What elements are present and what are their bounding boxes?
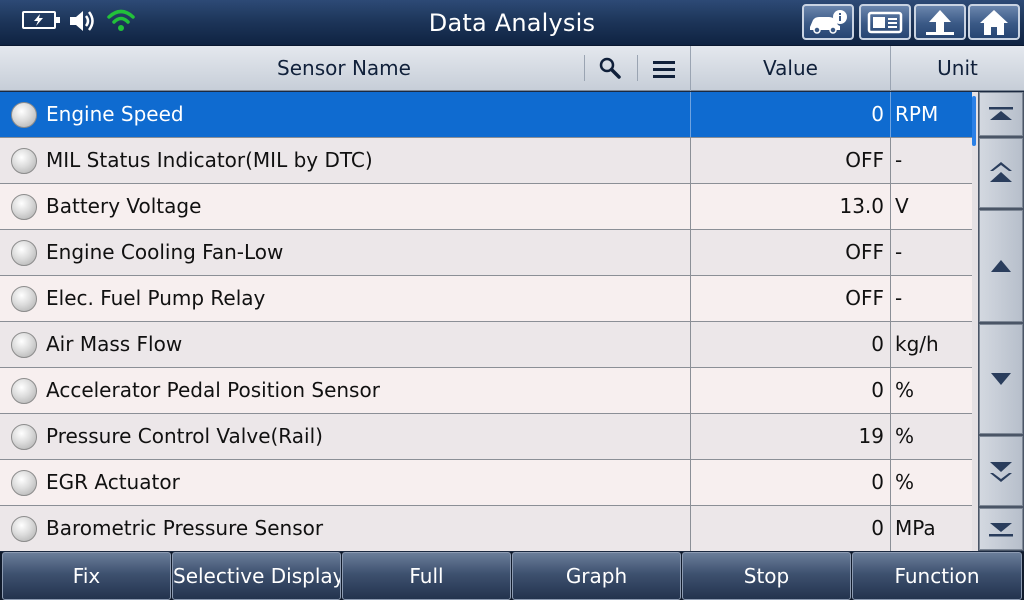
sensor-unit: RPM — [890, 92, 972, 137]
column-header-value[interactable]: Value — [690, 46, 890, 91]
column-header-unit[interactable]: Unit — [890, 46, 1024, 91]
sensor-unit: kg/h — [890, 322, 972, 367]
sensor-value: 0 — [690, 460, 886, 505]
line-down-icon — [991, 373, 1011, 385]
sensor-value: OFF — [690, 230, 886, 275]
back-button[interactable] — [914, 4, 966, 40]
table-row[interactable]: Accelerator Pedal Position Sensor 0% — [0, 368, 972, 414]
report-button[interactable] — [859, 4, 911, 40]
table-row[interactable]: Pressure Control Valve(Rail) 19% — [0, 414, 972, 460]
function-button[interactable]: Function — [852, 552, 1022, 600]
row-status-dot-icon[interactable] — [11, 148, 37, 174]
page-up-icon — [990, 162, 1012, 182]
header-divider — [637, 55, 638, 81]
row-status-dot-icon[interactable] — [11, 286, 37, 312]
sensor-list: Engine Speed 0 RPM MIL Status Indicator(MIL… — [0, 92, 972, 551]
sensor-value: OFF — [690, 138, 886, 183]
vehicle-info-button[interactable] — [802, 4, 854, 40]
sensor-value: 0 — [690, 506, 886, 551]
row-status-dot-icon[interactable] — [11, 194, 37, 220]
header-divider — [584, 55, 585, 81]
sensor-value: 13.0 — [690, 184, 886, 229]
sensor-name: MIL Status Indicator(MIL by DTC) — [46, 148, 373, 172]
stop-button[interactable]: Stop — [682, 552, 851, 600]
selective-display-button[interactable]: Selective Display — [172, 552, 341, 600]
line-down-button[interactable] — [979, 324, 1023, 434]
column-header-sensor-name[interactable]: Sensor Name — [0, 46, 690, 91]
table-row[interactable]: Barometric Pressure Sensor 0 MPa — [0, 506, 972, 551]
table-row[interactable]: Engine Speed 0 RPM — [0, 92, 972, 138]
sensor-name: Battery Voltage — [46, 194, 202, 218]
sensor-name: Pressure Control Valve(Rail) — [46, 424, 323, 448]
row-status-dot-icon[interactable] — [11, 332, 37, 358]
sensor-unit: % — [890, 414, 972, 459]
home-icon — [980, 10, 1008, 35]
row-status-dot-icon[interactable] — [11, 470, 37, 496]
line-up-button[interactable] — [979, 210, 1023, 322]
scroll-button-panel — [978, 92, 1024, 551]
row-status-dot-icon[interactable] — [11, 516, 37, 542]
fix-button[interactable]: Fix — [2, 552, 171, 600]
sensor-name: Barometric Pressure Sensor — [46, 516, 324, 540]
row-status-dot-icon[interactable] — [11, 240, 37, 266]
table-row[interactable]: Elec. Fuel Pump Relay OFF - — [0, 276, 972, 322]
sensor-name: Elec. Fuel Pump Relay — [46, 286, 266, 310]
scroll-bottom-button[interactable] — [979, 508, 1023, 550]
graph-button[interactable]: Graph — [512, 552, 681, 600]
sensor-name: EGR Actuator — [46, 470, 180, 494]
sensor-value: OFF — [690, 276, 886, 321]
sensor-name: Air Mass Flow — [46, 332, 183, 356]
vehicle-info-icon — [810, 10, 847, 34]
sensor-name: Engine Cooling Fan-Low — [46, 240, 284, 264]
sensor-unit: - — [890, 230, 972, 275]
page-up-button[interactable] — [979, 138, 1023, 208]
scroll-top-icon — [989, 107, 1013, 120]
sensor-value: 0 — [690, 368, 886, 413]
table-row[interactable]: Battery Voltage 13.0 V — [0, 184, 972, 230]
sensor-value: 19 — [690, 414, 886, 459]
sensor-value: 0 — [690, 322, 886, 367]
full-button[interactable]: Full — [342, 552, 511, 600]
page-down-button[interactable] — [979, 436, 1023, 506]
bottom-toolbar: Fix Selective Display Full Graph Stop Fu… — [0, 552, 1024, 600]
table-row[interactable]: Engine Cooling Fan-Low OFF - — [0, 230, 972, 276]
sensor-unit: - — [890, 276, 972, 321]
row-status-dot-icon[interactable] — [11, 378, 37, 404]
title-bar: Data Analysis — [0, 0, 1024, 46]
sensor-name: Accelerator Pedal Position Sensor — [46, 378, 380, 402]
sensor-name: Engine Speed — [46, 102, 184, 126]
scroll-top-button[interactable] — [979, 92, 1023, 136]
sensor-unit: MPa — [890, 506, 972, 551]
table-row[interactable]: EGR Actuator 0% — [0, 460, 972, 506]
back-up-arrow-icon — [926, 10, 954, 35]
report-icon — [867, 11, 903, 34]
scrollbar-thumb[interactable] — [972, 96, 976, 146]
sensor-unit: % — [890, 460, 972, 505]
scroll-bottom-icon — [989, 523, 1013, 537]
row-status-dot-icon[interactable] — [11, 424, 37, 450]
home-button[interactable] — [968, 4, 1020, 40]
row-status-dot-icon[interactable] — [11, 102, 37, 128]
table-row[interactable]: MIL Status Indicator(MIL by DTC) OFF - — [0, 138, 972, 184]
sensor-unit: - — [890, 138, 972, 183]
sensor-value: 0 — [690, 92, 886, 137]
page-down-icon — [990, 462, 1012, 482]
sensor-unit: V — [890, 184, 972, 229]
menu-icon[interactable] — [652, 58, 676, 80]
table-header: Sensor Name Value Unit — [0, 46, 1024, 91]
table-row[interactable]: Air Mass Flow 0 kg/h — [0, 322, 972, 368]
line-up-icon — [991, 260, 1011, 272]
sensor-unit: % — [890, 368, 972, 413]
search-icon[interactable] — [598, 56, 622, 80]
